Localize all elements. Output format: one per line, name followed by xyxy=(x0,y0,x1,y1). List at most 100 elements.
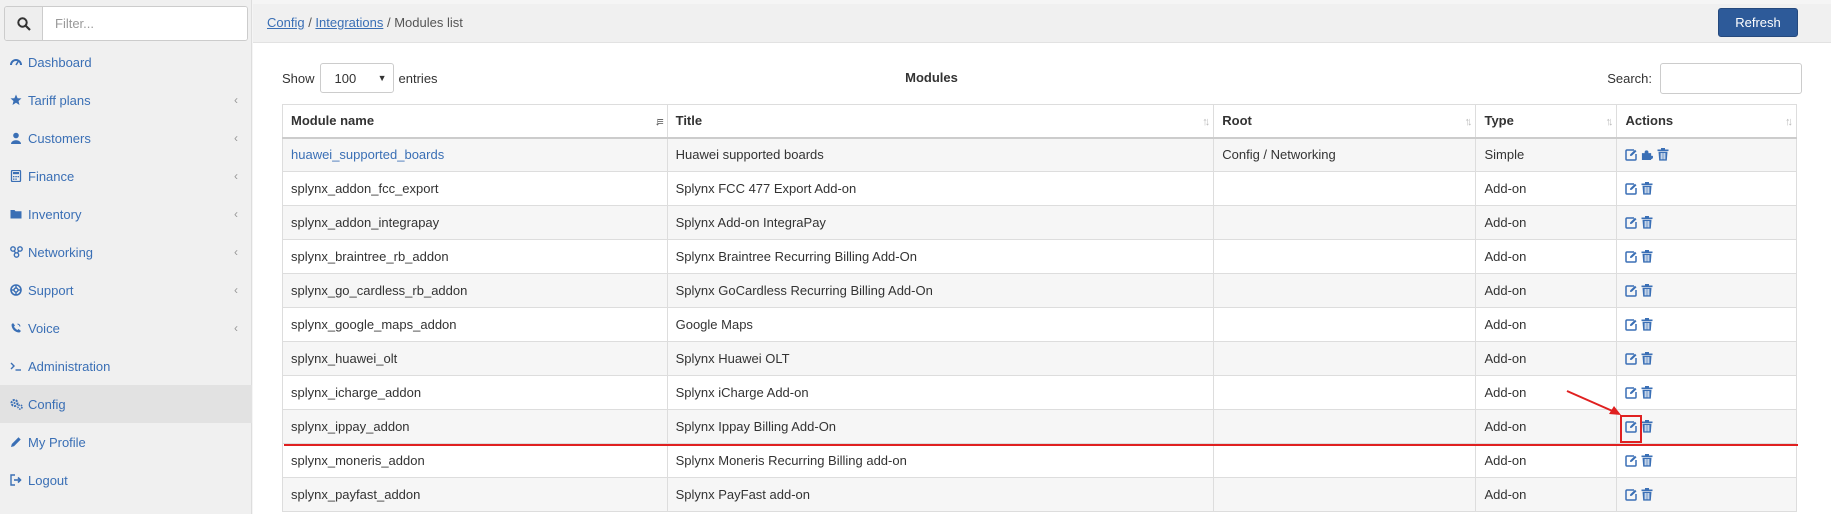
breadcrumb-integrations-link[interactable]: Integrations xyxy=(315,15,383,30)
column-header-root[interactable]: Root ↑↓ xyxy=(1213,104,1477,139)
trash-icon[interactable] xyxy=(1641,454,1653,468)
actions-group xyxy=(1625,386,1796,400)
filter-input[interactable] xyxy=(43,7,247,40)
modules-table: Module name ↓≡ Title ↑↓ Root ↑↓ Type ↑↓ Acti… xyxy=(282,104,1797,512)
column-header-module-name[interactable]: Module name ↓≡ xyxy=(282,104,668,139)
sidebar-item-logout[interactable]: Logout xyxy=(0,461,252,499)
cell-module-name: splynx_moneris_addon xyxy=(282,443,668,478)
actions-group xyxy=(1625,488,1796,502)
search-button[interactable] xyxy=(5,7,43,40)
sidebar-item-networking[interactable]: Networking ‹ xyxy=(0,233,252,271)
cell-root xyxy=(1213,443,1477,478)
sidebar-item-support[interactable]: Support ‹ xyxy=(0,271,252,309)
cell-actions xyxy=(1616,137,1797,172)
sidebar-item-inventory[interactable]: Inventory ‹ xyxy=(0,195,252,233)
table-row: splynx_moneris_addon Splynx Moneris Recur… xyxy=(282,443,1797,478)
cell-module-name: huawei_supported_boards xyxy=(282,137,668,172)
dashboard-icon xyxy=(10,56,28,68)
table-search: Search: xyxy=(1607,62,1802,94)
cell-root xyxy=(1213,341,1477,376)
cell-title: Google Maps xyxy=(666,307,1215,342)
table-search-input[interactable] xyxy=(1660,62,1802,94)
edit-icon[interactable] xyxy=(1625,488,1638,502)
column-header-type[interactable]: Type ↑↓ xyxy=(1475,104,1618,139)
trash-icon[interactable] xyxy=(1641,284,1653,298)
cell-type: Add-on xyxy=(1475,273,1618,308)
actions-group xyxy=(1625,216,1796,230)
star-icon xyxy=(10,94,28,106)
cell-root xyxy=(1213,239,1477,274)
actions-group xyxy=(1625,148,1796,162)
sidebar-item-config[interactable]: Config xyxy=(0,385,252,423)
trash-icon[interactable] xyxy=(1641,352,1653,366)
trash-icon[interactable] xyxy=(1641,386,1653,400)
terminal-icon xyxy=(10,360,28,372)
sidebar-menu: Dashboard Tariff plans ‹ Customers ‹ Finance ‹… xyxy=(0,43,252,499)
edit-icon[interactable] xyxy=(1625,454,1638,468)
sidebar-item-label: Networking xyxy=(28,244,94,260)
edit-icon[interactable] xyxy=(1625,352,1638,366)
breadcrumb-separator: / xyxy=(304,15,316,30)
trash-icon[interactable] xyxy=(1641,488,1653,502)
edit-icon[interactable] xyxy=(1625,182,1638,196)
sidebar-item-finance[interactable]: Finance ‹ xyxy=(0,157,252,195)
pencil-icon xyxy=(10,436,28,448)
sidebar-item-label: Administration xyxy=(28,358,111,374)
breadcrumb-config-link[interactable]: Config xyxy=(267,15,305,30)
column-header-actions[interactable]: Actions ↑↓ xyxy=(1616,104,1797,139)
cell-title: Splynx Braintree Recurring Billing Add-O… xyxy=(666,239,1215,274)
sidebar-item-dashboard[interactable]: Dashboard xyxy=(0,43,252,81)
cell-type: Add-on xyxy=(1475,239,1618,274)
trash-icon[interactable] xyxy=(1641,182,1653,196)
sidebar-item-my-profile[interactable]: My Profile xyxy=(0,423,252,461)
trash-icon[interactable] xyxy=(1641,318,1653,332)
sidebar-item-label: Inventory xyxy=(28,206,82,222)
logout-icon xyxy=(10,474,28,486)
sidebar-item-administration[interactable]: Administration xyxy=(0,347,252,385)
puzzle-icon[interactable] xyxy=(1641,148,1654,162)
cell-title: Splynx Huawei OLT xyxy=(666,341,1215,376)
edit-icon[interactable] xyxy=(1625,216,1638,230)
cell-root xyxy=(1213,205,1477,240)
sidebar-item-tariff-plans[interactable]: Tariff plans ‹ xyxy=(0,81,252,119)
actions-group xyxy=(1625,454,1796,468)
sidebar-item-label: Finance xyxy=(28,168,75,184)
trash-icon[interactable] xyxy=(1641,420,1653,434)
module-name-link[interactable]: huawei_supported_boards xyxy=(291,147,444,162)
highlight-underline xyxy=(284,444,1798,446)
sort-icon: ↑↓ xyxy=(1202,116,1210,128)
cell-actions xyxy=(1616,375,1797,410)
trash-icon[interactable] xyxy=(1657,148,1669,162)
cell-module-name: splynx_payfast_addon xyxy=(282,477,668,512)
edit-icon[interactable] xyxy=(1625,318,1638,332)
sidebar-item-customers[interactable]: Customers ‹ xyxy=(0,119,252,157)
cell-actions xyxy=(1616,205,1797,240)
edit-icon[interactable] xyxy=(1625,284,1638,298)
cell-actions xyxy=(1616,443,1797,478)
actions-group xyxy=(1625,182,1796,196)
chevron-left-icon: ‹ xyxy=(234,283,238,297)
sidebar-item-label: Dashboard xyxy=(28,54,92,70)
search-icon xyxy=(16,16,31,31)
table-row: huawei_supported_boards Huawei supported … xyxy=(282,137,1797,172)
actions-group xyxy=(1625,352,1796,366)
cell-root xyxy=(1213,477,1477,512)
edit-icon[interactable] xyxy=(1625,250,1638,264)
table-header-row: Module name ↓≡ Title ↑↓ Root ↑↓ Type ↑↓ Acti… xyxy=(282,104,1797,139)
trash-icon[interactable] xyxy=(1641,216,1653,230)
edit-icon[interactable] xyxy=(1625,386,1638,400)
sidebar-item-voice[interactable]: Voice ‹ xyxy=(0,309,252,347)
cell-root xyxy=(1213,273,1477,308)
trash-icon[interactable] xyxy=(1641,250,1653,264)
sort-icon: ↑↓ xyxy=(1605,116,1613,128)
cell-title: Splynx iCharge Add-on xyxy=(666,375,1215,410)
refresh-button[interactable]: Refresh xyxy=(1718,8,1798,37)
search-label: Search: xyxy=(1607,70,1652,86)
edit-icon[interactable] xyxy=(1625,148,1638,162)
table-title: Modules xyxy=(905,70,958,85)
cell-module-name: splynx_addon_integrapay xyxy=(282,205,668,240)
sidebar-item-label: Tariff plans xyxy=(28,92,91,108)
column-header-title[interactable]: Title ↑↓ xyxy=(666,104,1215,139)
table-row: splynx_google_maps_addon Google Maps Add-o… xyxy=(282,307,1797,342)
cell-root xyxy=(1213,409,1477,444)
